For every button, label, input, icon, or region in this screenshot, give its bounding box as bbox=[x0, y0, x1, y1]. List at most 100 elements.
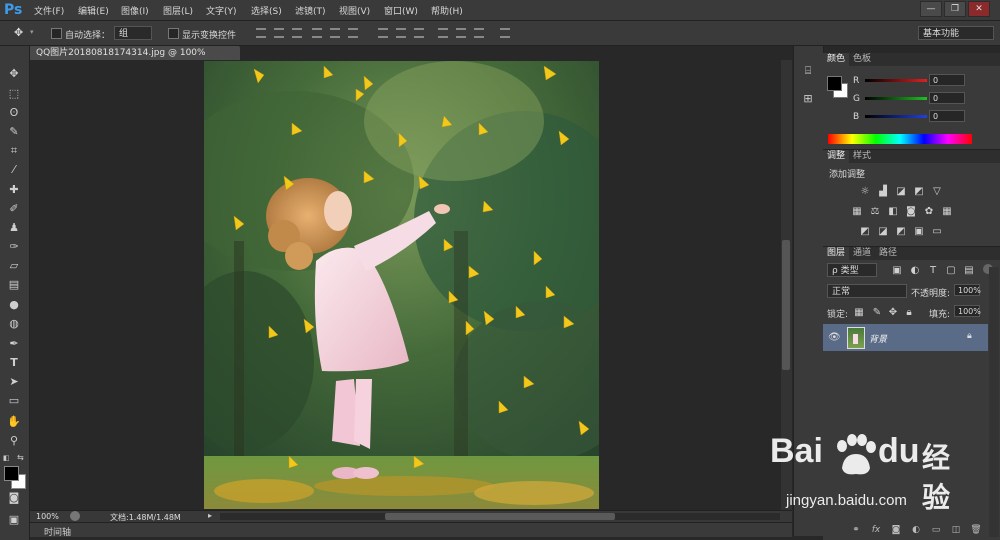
layer-filter-kind[interactable]: ρ 类型 bbox=[827, 263, 877, 277]
vibrance-icon[interactable]: ▽ bbox=[931, 186, 943, 197]
color-lookup-icon[interactable]: ▦ bbox=[941, 206, 953, 217]
vertical-scroll-thumb[interactable] bbox=[782, 240, 790, 370]
marquee-tool-icon[interactable]: ⬚ bbox=[6, 86, 22, 102]
auto-select-dropdown[interactable]: 组 bbox=[114, 26, 152, 40]
document-image[interactable] bbox=[204, 61, 599, 509]
eyedropper-tool-icon[interactable]: ⁄ bbox=[6, 162, 22, 178]
posterize-icon[interactable]: ◪ bbox=[877, 226, 889, 237]
opacity-input[interactable]: 100% bbox=[954, 284, 981, 296]
menu-window[interactable]: 窗口(W) bbox=[384, 4, 418, 17]
blur-tool-icon[interactable]: ● bbox=[6, 297, 22, 313]
lasso-tool-icon[interactable]: ʘ bbox=[6, 105, 22, 121]
tab-channels[interactable]: 通道 bbox=[849, 247, 875, 260]
green-slider[interactable] bbox=[865, 97, 927, 100]
distribute-top-icon[interactable] bbox=[378, 28, 388, 38]
layer-style-icon[interactable]: fx bbox=[870, 524, 882, 536]
blue-value-input[interactable]: 0 bbox=[929, 110, 965, 122]
screen-mode-icon[interactable]: ▣ bbox=[6, 512, 22, 528]
dodge-tool-icon[interactable]: ◍ bbox=[6, 316, 22, 332]
healing-brush-tool-icon[interactable]: ✚ bbox=[6, 182, 22, 198]
type-tool-icon[interactable]: T bbox=[6, 355, 22, 371]
close-button[interactable]: ✕ bbox=[968, 1, 990, 17]
menu-image[interactable]: 图像(I) bbox=[121, 4, 149, 17]
menu-view[interactable]: 视图(V) bbox=[339, 4, 370, 17]
horizontal-scroll-thumb[interactable] bbox=[385, 513, 615, 520]
align-bottom-icon[interactable] bbox=[292, 28, 302, 38]
quick-mask-icon[interactable]: ◙ bbox=[6, 490, 22, 506]
history-panel-icon[interactable]: ⌸ bbox=[801, 64, 815, 78]
hand-tool-icon[interactable]: ✋ bbox=[6, 414, 22, 430]
align-hcenter-icon[interactable] bbox=[330, 28, 340, 38]
foreground-color-swatch[interactable] bbox=[4, 466, 19, 481]
delete-layer-icon[interactable]: 🗑︎ bbox=[970, 524, 982, 536]
distribute-vcenter-icon[interactable] bbox=[396, 28, 406, 38]
layer-name[interactable]: 背景 bbox=[869, 332, 887, 345]
selective-color-icon[interactable]: ▣ bbox=[913, 226, 925, 237]
filter-smart-object-icon[interactable]: ▤ bbox=[963, 265, 975, 276]
link-layers-icon[interactable]: ⚭ bbox=[850, 524, 862, 536]
gradient-tool-icon[interactable]: ▤ bbox=[6, 277, 22, 293]
menu-select[interactable]: 选择(S) bbox=[251, 4, 282, 17]
distribute-left-icon[interactable] bbox=[438, 28, 448, 38]
minimize-button[interactable]: — bbox=[920, 1, 942, 17]
gradient-map-icon[interactable]: ▭ bbox=[931, 226, 943, 237]
swap-colors-icon[interactable]: ⇆ bbox=[17, 453, 24, 462]
brightness-icon[interactable]: ☼ bbox=[859, 186, 871, 197]
move-tool-icon[interactable]: ✥ bbox=[6, 66, 22, 82]
auto-align-icon[interactable] bbox=[500, 28, 510, 38]
tab-color[interactable]: 颜色 bbox=[823, 53, 850, 66]
add-mask-icon[interactable]: ◙ bbox=[890, 524, 902, 536]
properties-panel-icon[interactable]: ⊞ bbox=[801, 92, 815, 106]
filter-shape-icon[interactable]: ▢ bbox=[945, 265, 957, 276]
clone-stamp-tool-icon[interactable]: ♟ bbox=[6, 220, 22, 236]
red-slider[interactable] bbox=[865, 79, 927, 82]
fill-input[interactable]: 100% bbox=[954, 305, 981, 317]
photo-filter-icon[interactable]: ◙ bbox=[905, 206, 917, 217]
default-colors-icon[interactable]: ◧ bbox=[3, 454, 10, 462]
align-top-icon[interactable] bbox=[256, 28, 266, 38]
lock-image-icon[interactable]: ✎ bbox=[871, 307, 883, 318]
show-transform-checkbox[interactable] bbox=[168, 28, 179, 39]
align-vcenter-icon[interactable] bbox=[274, 28, 284, 38]
threshold-icon[interactable]: ◩ bbox=[895, 226, 907, 237]
blue-slider[interactable] bbox=[865, 115, 927, 118]
move-tool-icon[interactable]: ✥ bbox=[14, 26, 23, 39]
menu-edit[interactable]: 编辑(E) bbox=[78, 4, 109, 17]
tool-preset-chevron-icon[interactable]: ▾ bbox=[30, 28, 34, 36]
tab-layers[interactable]: 图层 bbox=[823, 247, 850, 260]
new-group-icon[interactable]: ▭ bbox=[930, 524, 942, 536]
pen-tool-icon[interactable]: ✒ bbox=[6, 336, 22, 352]
history-brush-tool-icon[interactable]: ✑ bbox=[6, 239, 22, 255]
menu-type[interactable]: 文字(Y) bbox=[206, 4, 237, 17]
align-left-icon[interactable] bbox=[312, 28, 322, 38]
eraser-tool-icon[interactable]: ▱ bbox=[6, 258, 22, 274]
menu-file[interactable]: 文件(F) bbox=[34, 4, 64, 17]
layers-scrollbar[interactable] bbox=[989, 267, 999, 537]
layer-row-background[interactable]: 👁︎ 背景 🔒︎ bbox=[823, 324, 988, 351]
layer-visibility-eye-icon[interactable]: 👁︎ bbox=[828, 332, 841, 343]
levels-icon[interactable]: ▟ bbox=[877, 186, 889, 197]
channel-mixer-icon[interactable]: ✿ bbox=[923, 206, 935, 217]
path-selection-tool-icon[interactable]: ➤ bbox=[6, 374, 22, 390]
distribute-hcenter-icon[interactable] bbox=[456, 28, 466, 38]
invert-icon[interactable]: ◩ bbox=[859, 226, 871, 237]
panel-foreground-swatch[interactable] bbox=[827, 76, 842, 91]
exposure-icon[interactable]: ◩ bbox=[913, 186, 925, 197]
new-layer-icon[interactable]: ◫ bbox=[950, 524, 962, 536]
menu-help[interactable]: 帮助(H) bbox=[431, 4, 463, 17]
menu-filter[interactable]: 滤镜(T) bbox=[295, 4, 326, 17]
brush-tool-icon[interactable]: ✐ bbox=[6, 201, 22, 217]
green-value-input[interactable]: 0 bbox=[929, 92, 965, 104]
document-tab[interactable]: QQ图片20180818174314.jpg @ 100%(RGB/8) * × bbox=[30, 46, 240, 72]
restore-button[interactable]: ❐ bbox=[944, 1, 966, 17]
blend-mode-dropdown[interactable]: 正常 bbox=[827, 284, 907, 298]
auto-select-checkbox[interactable] bbox=[51, 28, 62, 39]
workspace-dropdown[interactable]: 基本功能 bbox=[918, 26, 994, 40]
quick-select-tool-icon[interactable]: ✎ bbox=[6, 124, 22, 140]
filter-type-icon[interactable]: T bbox=[927, 265, 939, 276]
align-right-icon[interactable] bbox=[348, 28, 358, 38]
tab-swatches[interactable]: 色板 bbox=[849, 53, 875, 66]
distribute-right-icon[interactable] bbox=[474, 28, 484, 38]
crop-tool-icon[interactable]: ⌗ bbox=[6, 143, 22, 159]
color-spectrum-bar[interactable] bbox=[828, 134, 972, 144]
